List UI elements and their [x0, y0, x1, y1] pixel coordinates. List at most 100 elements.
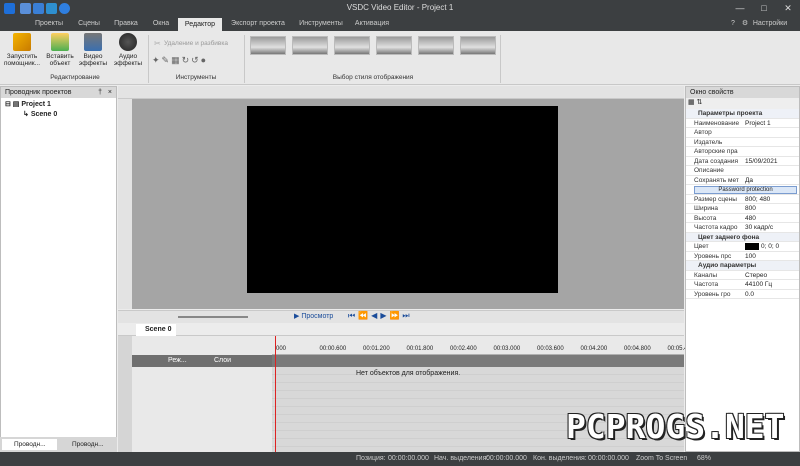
- wizard-button[interactable]: Запустить помощник...: [2, 33, 42, 67]
- property-value[interactable]: 800; 480: [745, 195, 770, 205]
- zoom-slider[interactable]: [178, 316, 248, 318]
- property-name: Частота: [694, 281, 719, 288]
- property-section[interactable]: Параметры проекта: [686, 109, 799, 119]
- tab-projects[interactable]: Проекты: [30, 17, 68, 31]
- property-section[interactable]: Аудио параметры: [686, 261, 799, 271]
- property-name: Издатель: [694, 138, 723, 146]
- tab-tools[interactable]: Инструменты: [294, 17, 348, 31]
- properties-sort-icons[interactable]: ▦ ⇅: [686, 98, 799, 109]
- layers-header: Реж... Слои: [132, 336, 272, 452]
- property-value[interactable]: Да: [745, 176, 753, 186]
- property-value[interactable]: 800: [745, 204, 756, 214]
- property-value[interactable]: 30 кадр/с: [745, 223, 773, 233]
- position-label: Позиция:: [356, 455, 386, 462]
- group-label-style: Выбор стиля отображения: [332, 74, 414, 81]
- ribbon-separator: [148, 35, 149, 83]
- tab-export[interactable]: Экспорт проекта: [226, 17, 290, 31]
- ruler-tick-label: 00:03.600: [537, 346, 564, 352]
- tab-project-explorer[interactable]: Проводн...: [2, 439, 57, 450]
- transport-icons[interactable]: ⏮⏪◀▶⏩⏭: [348, 311, 413, 321]
- password-protection-button[interactable]: Password protection: [694, 185, 797, 194]
- audio-fx-label: Аудио эффекты: [113, 53, 143, 67]
- property-row: Каналы Стерео: [686, 271, 799, 281]
- timeline-ruler[interactable]: 000 00:00.600 00:01.200 00:01.800 00:02.400 0…: [272, 336, 694, 355]
- wand-icon: [13, 33, 31, 51]
- tab-edit[interactable]: Правка: [110, 17, 142, 31]
- delete-split-label[interactable]: Удаление и разбивка: [164, 40, 228, 47]
- blend-mode-label[interactable]: Реж...: [168, 357, 187, 364]
- property-name: Параметры проекта: [698, 110, 763, 117]
- playhead[interactable]: [275, 336, 276, 452]
- ruler-tick-label: 00:02.400: [450, 346, 477, 352]
- property-name: Описание: [694, 167, 724, 174]
- tab-windows[interactable]: Окна: [148, 17, 174, 31]
- ribbon-separator: [244, 35, 245, 83]
- property-name: Автор: [694, 129, 712, 136]
- minimize-icon[interactable]: —: [728, 0, 752, 17]
- style-thumb-5[interactable]: [418, 36, 454, 55]
- ruler-tick-label: 000: [276, 346, 287, 352]
- property-value[interactable]: 0.0: [745, 290, 754, 300]
- headphones-icon: [119, 33, 137, 51]
- audio-effects-button[interactable]: Аудио эффекты: [110, 33, 146, 67]
- property-name: Цвет заднего фона: [698, 233, 760, 241]
- property-value[interactable]: 0; 0; 0: [761, 242, 779, 252]
- scene-tab-label: Scene 0: [145, 326, 172, 333]
- tab-editor[interactable]: Редактор: [178, 18, 222, 31]
- settings-link[interactable]: Настройки: [750, 17, 790, 31]
- property-row: Наименование Project 1: [686, 119, 799, 129]
- property-name: Каналы: [694, 271, 718, 279]
- scissors-icon[interactable]: ✂: [154, 39, 161, 48]
- maximize-icon[interactable]: □: [752, 0, 776, 17]
- tab-scenes[interactable]: Сцены: [74, 17, 104, 31]
- property-name: Уровень гро: [694, 290, 731, 298]
- property-row: Частота 44100 Гц: [686, 280, 799, 290]
- property-value[interactable]: Project 1: [745, 119, 771, 129]
- selection-start-label: Нач. выделения:: [434, 455, 489, 462]
- project-label: Project 1: [21, 101, 51, 108]
- style-thumb-3[interactable]: [334, 36, 370, 55]
- property-row: Сохранять мет Да: [686, 176, 799, 186]
- property-value[interactable]: 100: [745, 252, 756, 262]
- property-value[interactable]: 44100 Гц: [745, 280, 772, 290]
- style-thumb-2[interactable]: [292, 36, 328, 55]
- style-thumb-6[interactable]: [460, 36, 496, 55]
- timeline-track-row: [272, 355, 684, 367]
- preview-button[interactable]: ▶ Просмотр: [294, 312, 333, 320]
- timeline-toolbar: ▶ Просмотр ⏮⏪◀▶⏩⏭: [118, 310, 684, 323]
- scene-tab[interactable]: Scene 0: [136, 324, 176, 336]
- video-effects-button[interactable]: Видео эффекты: [78, 33, 108, 67]
- watermark: PCPROGS.NET: [566, 407, 785, 446]
- scene-label: Scene 0: [30, 111, 58, 118]
- ruler-tick-label: 00:04.200: [580, 346, 608, 352]
- insert-object-button[interactable]: Вставить объект: [44, 33, 76, 67]
- gear-icon[interactable]: ⚙: [740, 17, 750, 31]
- property-name: Размер сцены: [694, 195, 737, 203]
- empty-message: Нет объектов для отображения.: [356, 370, 461, 377]
- pin-icon[interactable]: †: [98, 87, 102, 98]
- property-name: Дата создания: [694, 157, 739, 165]
- property-value[interactable]: 15/09/2021: [745, 157, 778, 167]
- timeline-header-bar: [132, 355, 272, 367]
- video-canvas[interactable]: [247, 106, 558, 293]
- ribbon: Запустить помощник... Вставить объект Ви…: [0, 31, 800, 85]
- property-section[interactable]: Цвет заднего фона: [686, 232, 799, 242]
- property-row: Уровень гро 0.0: [686, 290, 799, 300]
- close-panel-icon[interactable]: ×: [108, 87, 112, 98]
- panel-title: Проводник проектов: [5, 89, 72, 96]
- property-value[interactable]: Стерео: [745, 271, 767, 281]
- tab-activation[interactable]: Активация: [352, 17, 392, 31]
- property-value[interactable]: 480: [745, 214, 756, 224]
- tree-item-project[interactable]: ⊟ ▤ Project 1: [5, 100, 51, 108]
- style-thumb-1[interactable]: [250, 36, 286, 55]
- style-thumb-4[interactable]: [376, 36, 412, 55]
- color-swatch[interactable]: [745, 243, 759, 250]
- tools-icons[interactable]: ✦✎▦↻↺●: [152, 55, 208, 66]
- ruler-tick-label: 00:01.200: [363, 346, 390, 352]
- close-icon[interactable]: ✕: [776, 0, 800, 17]
- help-icon[interactable]: ?: [728, 17, 738, 31]
- object-tools-bar: [118, 99, 132, 309]
- tab-objects-explorer[interactable]: Проводн...: [60, 439, 115, 450]
- properties-window: Окно свойств ▦ ⇅ Параметры проекта Наимен…: [685, 86, 800, 452]
- tree-item-scene[interactable]: ↳ Scene 0: [23, 110, 57, 118]
